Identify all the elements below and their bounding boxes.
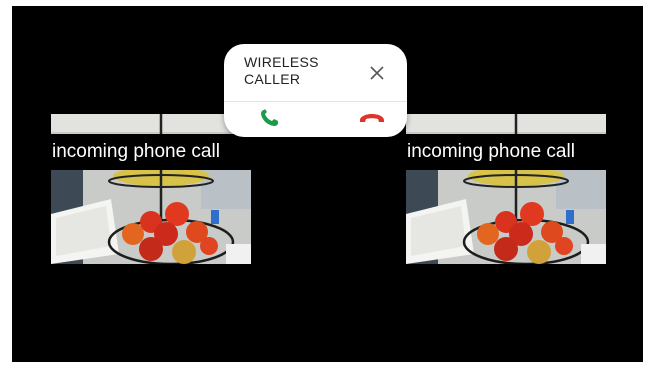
caller-name: WIRELESS CALLER xyxy=(244,54,319,87)
close-icon[interactable] xyxy=(367,63,387,83)
phone-hangup-icon[interactable] xyxy=(357,107,387,129)
video-caption: incoming phone call xyxy=(51,134,251,170)
video-caption: incoming phone call xyxy=(406,134,606,170)
video-panel-left: incoming phone call xyxy=(51,114,251,264)
screen: incoming phone call incoming phone call … xyxy=(12,6,643,362)
incoming-call-card: WIRELESS CALLER xyxy=(224,44,407,137)
card-divider xyxy=(224,101,407,102)
phone-answer-icon[interactable] xyxy=(256,107,286,129)
video-panel-right: incoming phone call xyxy=(406,114,606,264)
